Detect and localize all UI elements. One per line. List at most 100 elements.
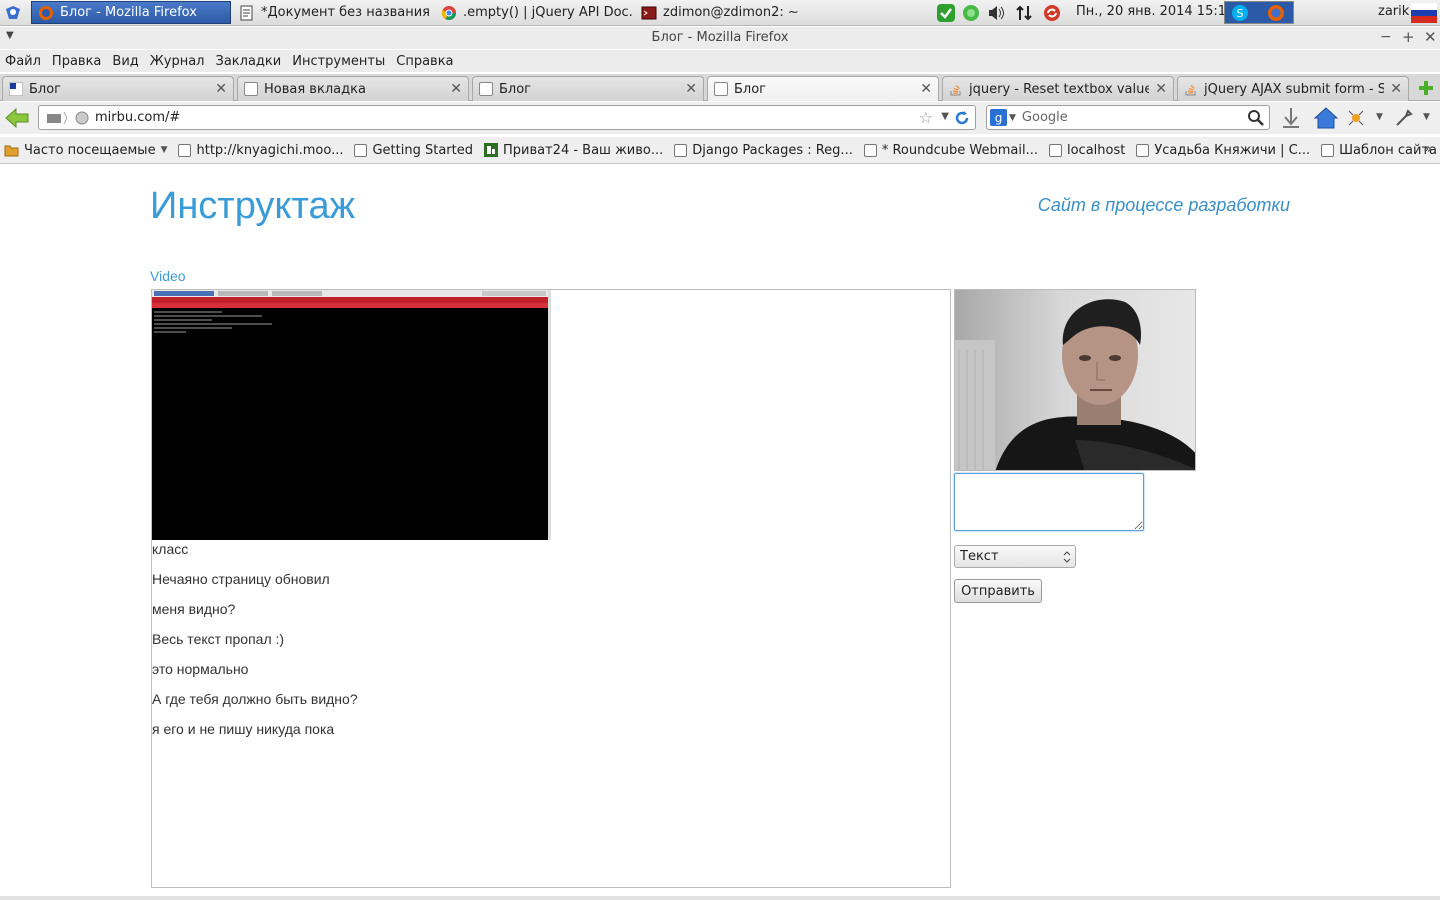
- message-input[interactable]: [954, 473, 1144, 531]
- bookmarks-overflow-icon[interactable]: »: [1424, 142, 1432, 157]
- tab-label: Блог: [29, 81, 62, 97]
- message-type-select[interactable]: Текст: [954, 545, 1076, 568]
- tab-label: jquery - Reset textbox value i...: [969, 81, 1150, 97]
- blank-page-icon: [714, 82, 728, 96]
- maximize-icon[interactable]: +: [1402, 28, 1415, 46]
- menu-file[interactable]: Файл: [5, 54, 41, 69]
- folder-icon: [4, 145, 19, 157]
- russian-flag-icon[interactable]: [1411, 3, 1437, 23]
- skype-icon[interactable]: S: [1231, 4, 1249, 22]
- tools-dropdown-icon[interactable]: ▼: [1423, 112, 1430, 122]
- bookmark-item[interactable]: * Roundcube Webmail...: [863, 143, 1038, 158]
- bookmark-item[interactable]: Усадьба Княжичи | С...: [1136, 143, 1310, 158]
- xfce-menu-icon[interactable]: [4, 4, 22, 22]
- tab-close-icon[interactable]: ✕: [685, 81, 697, 97]
- tab-stackoverflow-ajax[interactable]: jQuery AJAX submit form - Sta... ✕: [1177, 76, 1409, 101]
- tab-blog-active[interactable]: Блог ✕: [707, 76, 939, 101]
- task-firefox[interactable]: Блог - Mozilla Firefox: [31, 1, 231, 24]
- search-engine-dropdown-icon[interactable]: ▼: [1009, 113, 1016, 123]
- reload-icon[interactable]: [953, 109, 971, 127]
- tab-close-icon[interactable]: ✕: [920, 81, 932, 97]
- menu-help[interactable]: Справка: [396, 54, 453, 69]
- back-arrow-icon[interactable]: [4, 107, 30, 129]
- tab-blog-1[interactable]: Блог ✕: [2, 76, 234, 101]
- svg-text:g: g: [995, 111, 1003, 125]
- home-icon[interactable]: [1313, 106, 1339, 130]
- addon-icon[interactable]: [1346, 108, 1366, 128]
- send-button[interactable]: Отправить: [954, 579, 1042, 603]
- firefox-icon: [39, 5, 53, 20]
- search-icon[interactable]: [1247, 109, 1265, 127]
- google-search-engine-icon[interactable]: g: [990, 109, 1007, 126]
- chat-message: меня видно?: [152, 601, 236, 617]
- bookmark-most-visited[interactable]: Часто посещаемые ▼: [4, 143, 167, 158]
- desktop-panel: Блог - Mozilla Firefox *Документ без наз…: [0, 0, 1440, 26]
- bookmark-item[interactable]: localhost: [1048, 142, 1126, 158]
- url-dropdown-icon[interactable]: ▼: [941, 111, 949, 122]
- menu-history[interactable]: Журнал: [150, 54, 205, 69]
- page-info-icon[interactable]: [45, 109, 69, 127]
- page-content: Инструктаж Сайт в процессе разработки Vi…: [0, 165, 1440, 900]
- close-icon[interactable]: ✕: [1424, 28, 1437, 46]
- bookmark-item[interactable]: http://knyagichi.moo...: [178, 143, 343, 158]
- new-tab-icon[interactable]: [1415, 78, 1437, 98]
- tab-blog-2[interactable]: Блог ✕: [472, 76, 704, 101]
- text-editor-icon: [240, 5, 253, 20]
- blank-page-icon: [244, 82, 258, 96]
- tab-close-icon[interactable]: ✕: [1155, 81, 1167, 97]
- tab-close-icon[interactable]: ✕: [1390, 81, 1402, 97]
- search-bar[interactable]: g ▼: [986, 105, 1270, 130]
- menu-view[interactable]: Вид: [112, 54, 138, 69]
- task-label: *Документ без названия ...: [261, 5, 433, 20]
- search-input[interactable]: [1021, 110, 1242, 125]
- url-input[interactable]: [95, 110, 895, 125]
- task-label: zdimon@zdimon2: ~: [663, 5, 799, 20]
- menu-edit[interactable]: Правка: [52, 54, 101, 69]
- chat-log[interactable]: класс Нечаяно страницу обновил меня видн…: [151, 289, 951, 888]
- tools-icon[interactable]: [1395, 109, 1413, 127]
- messenger-online-icon[interactable]: [961, 3, 981, 23]
- firefox-tray-icon[interactable]: [1267, 4, 1285, 22]
- url-bar[interactable]: ☆ ▼: [38, 105, 976, 130]
- window-bottom-edge: [0, 896, 1440, 900]
- menu-bar: Файл Правка Вид Журнал Закладки Инструме…: [0, 50, 1440, 72]
- user-name[interactable]: zarik: [1378, 4, 1409, 19]
- menu-tools[interactable]: Инструменты: [292, 54, 385, 69]
- tab-close-icon[interactable]: ✕: [215, 81, 227, 97]
- tab-new[interactable]: Новая вкладка ✕: [237, 76, 469, 101]
- network-icon[interactable]: [1014, 3, 1034, 23]
- blank-page-icon: [1136, 143, 1150, 157]
- downloads-icon[interactable]: [1280, 106, 1302, 130]
- task-chrome[interactable]: .empty() | jQuery API Doc...: [435, 1, 633, 24]
- chat-message: Весь текст пропал :): [152, 631, 285, 647]
- bookmark-label: localhost: [1066, 142, 1126, 158]
- tab-close-icon[interactable]: ✕: [450, 81, 462, 97]
- bookmark-item[interactable]: Django Packages : Reg...: [674, 143, 853, 158]
- minimize-icon[interactable]: −: [1380, 29, 1392, 45]
- bookmark-item[interactable]: Приват24 - Ваш живо...: [484, 143, 663, 158]
- terminal-icon: [641, 6, 657, 19]
- update-icon[interactable]: [1042, 3, 1062, 23]
- task-terminal[interactable]: zdimon@zdimon2: ~: [635, 1, 835, 24]
- bookmark-item[interactable]: Getting Started: [354, 143, 473, 158]
- webcam-video[interactable]: [954, 289, 1196, 471]
- tab-stackoverflow-reset[interactable]: jquery - Reset textbox value i... ✕: [942, 76, 1174, 101]
- addon-dropdown-icon[interactable]: ▼: [1376, 112, 1383, 122]
- shared-screen-image: [152, 290, 551, 540]
- bookmark-star-icon[interactable]: ☆: [919, 108, 933, 127]
- chat-message: А где тебя должно быть видно?: [152, 691, 358, 707]
- chat-message: класс: [152, 541, 189, 557]
- bookmark-item[interactable]: Шаблон сайта RedFace: [1321, 143, 1440, 158]
- tray-apps: S: [1224, 1, 1294, 24]
- video-link[interactable]: Video: [150, 268, 186, 284]
- volume-icon[interactable]: [986, 3, 1006, 23]
- clock[interactable]: Пн., 20 янв. 2014 15:17: [1076, 4, 1234, 19]
- site-title[interactable]: Инструктаж: [150, 185, 355, 228]
- navigation-bar: ☆ ▼ g ▼ ▼ ▼: [0, 102, 1440, 134]
- task-text-editor[interactable]: *Документ без названия ...: [233, 1, 433, 24]
- window-title: Блог - Mozilla Firefox: [651, 30, 789, 45]
- check-status-icon[interactable]: [936, 3, 956, 23]
- menu-bookmarks[interactable]: Закладки: [216, 54, 282, 69]
- blank-page-icon: [1321, 143, 1335, 157]
- chat-message: это нормально: [152, 661, 249, 677]
